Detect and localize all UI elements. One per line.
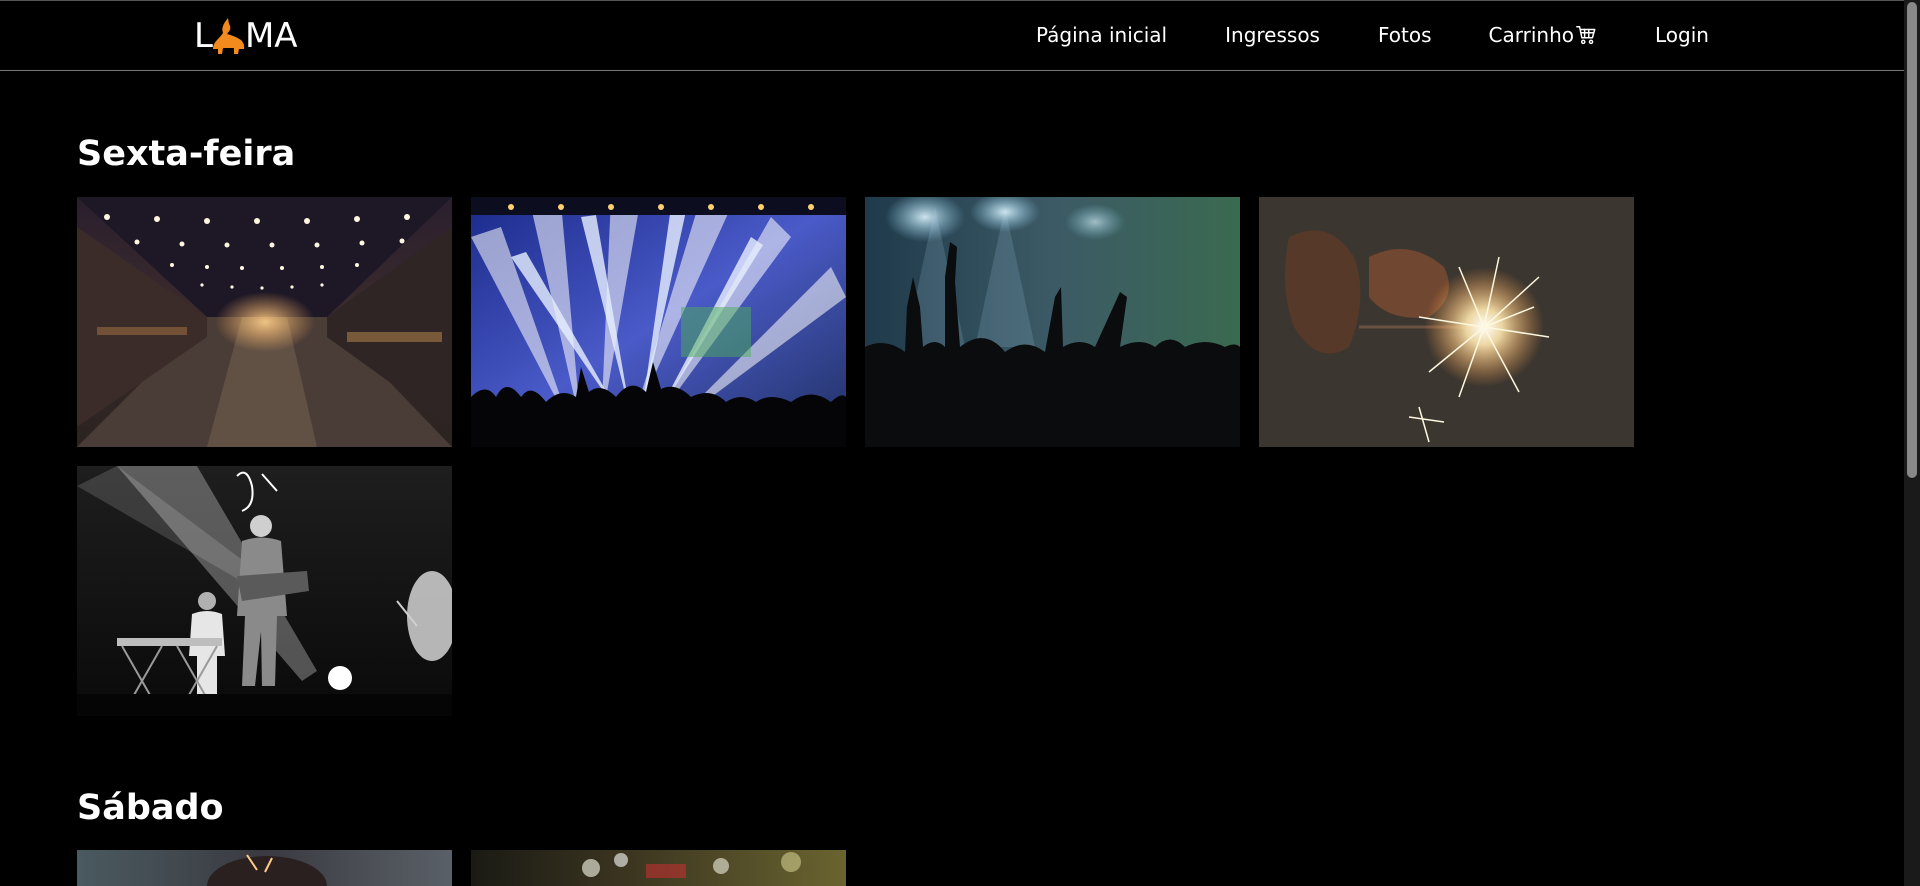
gallery-photo[interactable] [865, 197, 1240, 447]
section-title-friday: Sexta-feira [77, 134, 296, 174]
crowd-evening-photo [77, 850, 452, 886]
nav-home-link[interactable]: Página inicial [1036, 23, 1167, 47]
cart-icon [1576, 26, 1596, 45]
main-nav: Página inicial Ingressos Fotos Carrinho … [1036, 23, 1709, 47]
band-black-white-photo [77, 466, 452, 716]
nav-login-label: Login [1654, 23, 1709, 47]
crowd-hands-up-photo [865, 197, 1240, 447]
festival-bokeh-photo [471, 850, 846, 886]
nav-cart-label: Carrinho [1488, 23, 1574, 47]
nav-cart-link[interactable]: Carrinho [1489, 23, 1597, 47]
nav-photos-link[interactable]: Fotos [1378, 23, 1432, 47]
gallery-photo[interactable] [77, 850, 452, 886]
logo-letters-ma: MA [244, 16, 298, 56]
page-scrollbar[interactable] [1904, 0, 1920, 886]
scrollbar-thumb[interactable] [1907, 2, 1917, 478]
gallery-photo[interactable] [77, 197, 452, 447]
top-navbar: L MA Página inicial Ingressos Fotos Carr… [0, 0, 1904, 71]
section-title-saturday: Sábado [77, 788, 224, 828]
sparkler-hand-photo [1259, 197, 1634, 447]
site-logo[interactable]: L MA [194, 16, 298, 56]
warehouse-lights-photo [77, 197, 452, 447]
nav-login-link[interactable]: Login [1655, 23, 1709, 47]
gallery-photo[interactable] [77, 466, 452, 716]
nav-home-label: Página inicial [1036, 23, 1168, 47]
gallery-photo[interactable] [471, 850, 846, 886]
nav-tickets-label: Ingressos [1225, 23, 1320, 47]
nav-photos-label: Fotos [1377, 23, 1432, 47]
nav-tickets-link[interactable]: Ingressos [1225, 23, 1320, 47]
gallery-photo[interactable] [471, 197, 846, 447]
gallery-photo[interactable] [1259, 197, 1634, 447]
llama-logo-icon [212, 18, 245, 54]
stage-light-beams-photo [471, 197, 846, 447]
